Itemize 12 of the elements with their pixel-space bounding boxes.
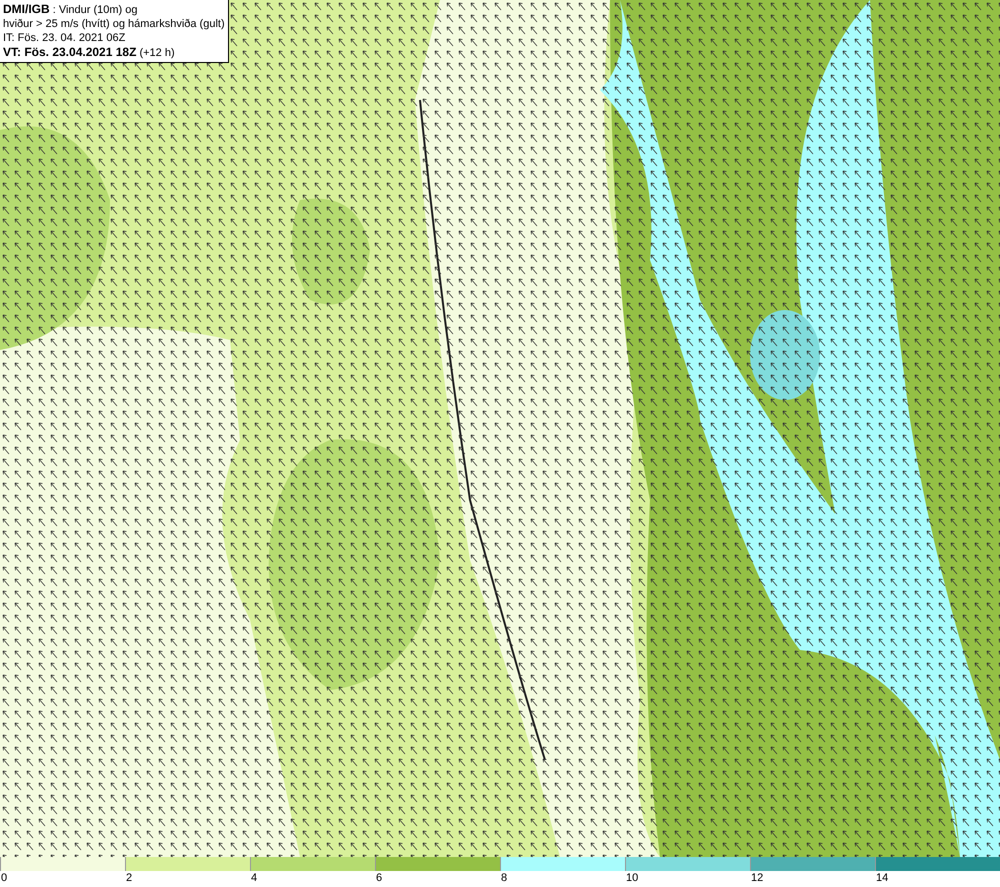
legend-label: 8 (500, 871, 508, 885)
legend-label: 12 (750, 871, 764, 885)
legend-label: 2 (125, 871, 132, 885)
legend-label: 6 (375, 871, 382, 885)
header-text: hviður > 25 m/s (hvítt) og hámarkshviða (gult) (3, 17, 225, 31)
header-text: DMI/IGB : Vindur (10m) og (3, 2, 139, 17)
header-text: IT: Fös. 23. 04. 2021 06Z (3, 31, 126, 45)
legend-label: 14 (875, 871, 888, 885)
legend-label: 4 (250, 871, 258, 885)
legend-label: 10 (625, 871, 638, 885)
header-text: VT: Fös. 23.04.2021 18Z (+12 h) (3, 45, 176, 60)
legend-label: 0 (0, 871, 8, 885)
